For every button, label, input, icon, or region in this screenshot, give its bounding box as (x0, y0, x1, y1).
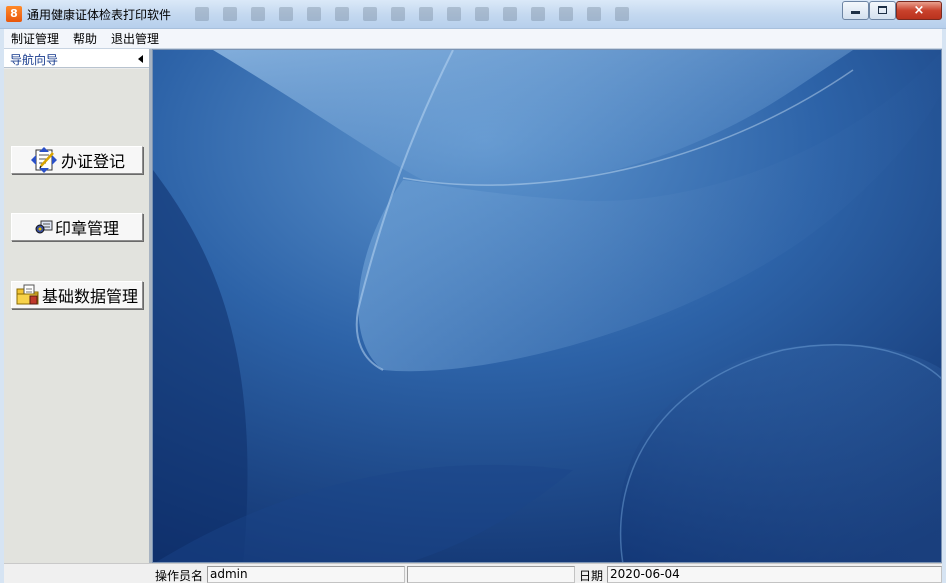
operator-label: 操作员名 (155, 569, 204, 583)
desktop-wallpaper (153, 50, 941, 562)
sidebar-title: 导航向导 (10, 53, 59, 67)
sidebar-header: 导航向导 (4, 49, 149, 68)
minimize-button[interactable] (842, 1, 869, 20)
menu-item-help[interactable]: 帮助 (66, 29, 104, 49)
maximize-button[interactable] (869, 1, 896, 20)
base-data-management-button[interactable]: 基础数据管理 (11, 281, 143, 309)
date-label: 日期 (579, 569, 604, 583)
close-icon: × (913, 3, 925, 18)
menu-item-exit-management[interactable]: 退出管理 (104, 29, 166, 49)
collapse-arrow-icon[interactable] (138, 55, 143, 63)
menu-bar: 制证管理 帮助 退出管理 (4, 29, 942, 49)
close-button[interactable]: × (896, 1, 942, 20)
seal-management-button-label: 印章管理 (54, 219, 119, 238)
sidebar-body: 办证登记 印章管理 基础数据管理 (4, 69, 149, 563)
navigation-sidebar: 导航向导 办证登记 印章管理 基础数据管理 (4, 49, 152, 563)
registration-button-label: 办证登记 (60, 152, 125, 171)
maximize-icon (878, 6, 887, 14)
app-icon: 8 (6, 6, 22, 22)
registration-button[interactable]: 办证登记 (11, 146, 143, 174)
date-value: 2020-06-04 (607, 566, 942, 583)
status-empty-panel (407, 566, 575, 583)
window-title: 通用健康证体检表打印软件 (27, 8, 172, 22)
minimize-icon (851, 11, 860, 14)
operator-value: admin (207, 566, 405, 583)
registration-icon (30, 147, 57, 173)
main-workspace (152, 49, 942, 563)
status-bar: 操作员名 admin 日期 2020-06-04 (4, 563, 942, 583)
seal-icon (35, 220, 53, 234)
base-data-management-button-label: 基础数据管理 (41, 287, 138, 306)
folder-data-icon (16, 284, 39, 305)
title-bar[interactable]: 8 通用健康证体检表打印软件 × (0, 0, 946, 29)
menu-item-certificate-management[interactable]: 制证管理 (4, 29, 66, 49)
ghost-toolbar (195, 7, 715, 23)
seal-management-button[interactable]: 印章管理 (11, 213, 143, 241)
